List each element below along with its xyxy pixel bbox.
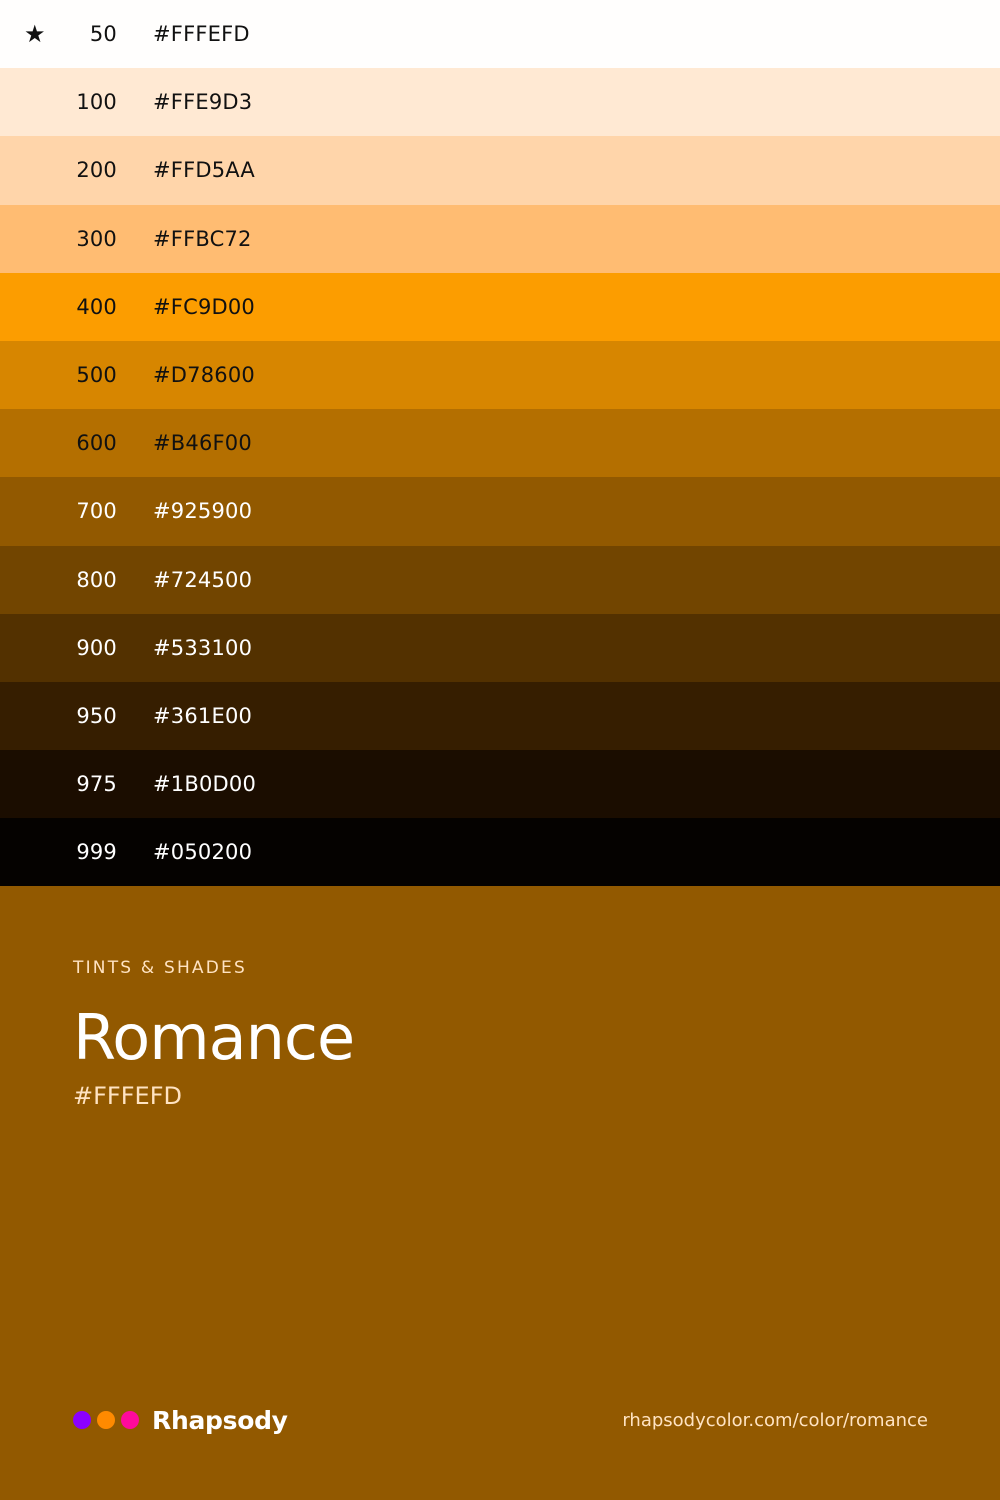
- source-url-link[interactable]: rhapsodycolor.com/color/romance: [622, 1410, 928, 1431]
- swatch-step-label: 100: [76, 90, 117, 115]
- star-icon: ★: [24, 20, 46, 49]
- swatch-hex-label: #FFBC72: [153, 226, 252, 251]
- swatch-hex-label: #D78600: [153, 363, 255, 388]
- swatch-hex-label: #FFE9D3: [153, 90, 253, 115]
- brand-name: Rhapsody: [152, 1405, 288, 1435]
- swatch-hex-label: #724500: [153, 567, 253, 592]
- swatch-step-label: 200: [76, 158, 117, 183]
- swatch-list: ★ 50 #FFFEFD 100 #FFE9D3 200 #FFD5AA 300 #FFBC72…: [0, 0, 1000, 887]
- color-info: TINTS & SHADES Romance #FFFEFD: [73, 958, 355, 1111]
- color-hex-value: #FFFEFD: [73, 1082, 182, 1111]
- swatch-hex-label: #B46F00: [153, 431, 252, 456]
- swatch-hex-label: #925900: [153, 499, 253, 524]
- swatch-hex-label: #533100: [153, 635, 253, 660]
- swatch-row-400[interactable]: 400 #FC9D00: [0, 272, 1000, 341]
- swatch-row-950[interactable]: 950 #361E00: [0, 681, 1000, 751]
- swatch-step-label: 999: [76, 840, 117, 865]
- swatch-row-600[interactable]: 600 #B46F00: [0, 409, 1000, 478]
- swatch-row-700[interactable]: 700 #925900: [0, 477, 1000, 546]
- swatch-step-label: 600: [76, 431, 117, 456]
- brand-logo[interactable]: Rhapsody: [73, 1406, 288, 1435]
- section-eyebrow: TINTS & SHADES: [73, 958, 247, 978]
- brand-dot-pink: [121, 1411, 139, 1429]
- swatch-step-label: 50: [89, 22, 117, 47]
- swatch-row-900[interactable]: 900 #533100: [0, 613, 1000, 682]
- swatch-hex-label: #FFD5AA: [153, 158, 256, 183]
- swatch-row-975[interactable]: 975 #1B0D00: [0, 750, 1000, 819]
- swatch-row-50[interactable]: ★ 50 #FFFEFD: [0, 0, 1000, 69]
- brand-dot-orange: [97, 1411, 115, 1429]
- footer: Rhapsody rhapsodycolor.com/color/romance: [73, 1402, 928, 1438]
- swatch-hex-label: #FFFEFD: [153, 22, 250, 47]
- swatch-step-label: 950: [76, 703, 117, 728]
- brand-dot-purple: [73, 1411, 91, 1429]
- swatch-row-300[interactable]: 300 #FFBC72: [0, 204, 1000, 273]
- swatch-step-label: 400: [76, 294, 117, 319]
- swatch-row-500[interactable]: 500 #D78600: [0, 340, 1000, 410]
- swatch-step-label: 500: [76, 363, 117, 388]
- color-name-title: Romance: [73, 1001, 355, 1074]
- swatch-row-200[interactable]: 200 #FFD5AA: [0, 136, 1000, 205]
- swatch-row-100[interactable]: 100 #FFE9D3: [0, 68, 1000, 137]
- swatch-hex-label: #FC9D00: [153, 294, 255, 319]
- swatch-step-label: 900: [76, 635, 117, 660]
- swatch-step-label: 300: [76, 226, 117, 251]
- swatch-hex-label: #050200: [153, 840, 253, 865]
- swatch-step-label: 975: [76, 772, 117, 797]
- swatch-row-999[interactable]: 999 #050200: [0, 818, 1000, 887]
- swatch-step-label: 700: [76, 499, 117, 524]
- swatch-hex-label: #361E00: [153, 703, 253, 728]
- swatch-step-label: 800: [76, 567, 117, 592]
- swatch-row-800[interactable]: 800 #724500: [0, 545, 1000, 614]
- swatch-hex-label: #1B0D00: [153, 772, 257, 797]
